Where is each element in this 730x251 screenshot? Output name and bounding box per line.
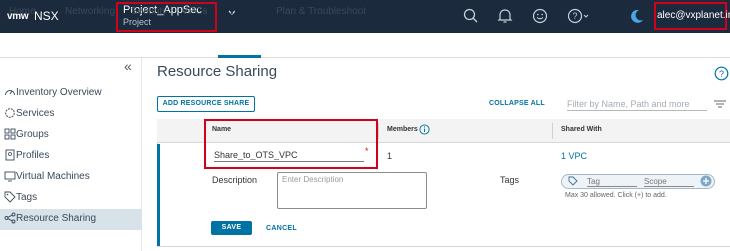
svg-text:?: ? — [719, 69, 724, 79]
vm-icon — [4, 171, 16, 182]
sidebar-item-services[interactable]: Services — [0, 104, 142, 125]
sidebar-item-label: Inventory Overview — [16, 87, 102, 98]
tag-icon — [568, 176, 578, 186]
sidebar-item-tags[interactable]: Tags — [0, 188, 142, 209]
tag-input[interactable] — [587, 176, 637, 187]
bell-icon[interactable] — [496, 7, 514, 25]
required-marker: * — [365, 146, 369, 156]
moon-icon[interactable] — [628, 7, 646, 25]
sidebar-item-inventory-overview[interactable]: Inventory Overview — [0, 83, 142, 104]
collapse-all-link[interactable]: COLLAPSE ALL — [489, 100, 545, 107]
active-tab-indicator — [218, 55, 261, 58]
tag-icon — [4, 191, 16, 203]
sidebar-item-profiles[interactable]: Profiles — [0, 146, 142, 167]
groups-icon — [4, 128, 16, 140]
project-type-label: Project — [123, 17, 152, 27]
tab-home[interactable]: Home — [9, 6, 36, 17]
tab-vpcs[interactable]: VPCs — [182, 6, 208, 17]
profile-icon — [5, 149, 15, 161]
row-edit-indicator — [157, 144, 160, 246]
sidebar-item-groups[interactable]: Groups — [0, 125, 142, 146]
column-header-members[interactable]: Members — [387, 126, 418, 133]
sidebar-item-label: Groups — [16, 129, 49, 140]
filter-input[interactable] — [567, 98, 707, 111]
cancel-button[interactable]: CANCEL — [266, 225, 297, 232]
description-field[interactable] — [277, 172, 427, 209]
tab-networking[interactable]: Networking — [65, 6, 115, 17]
tag-hint: Max 30 allowed. Click (+) to add. — [565, 192, 667, 199]
main-nav — [0, 33, 730, 58]
dashboard-icon — [5, 90, 15, 96]
smiley-icon[interactable] — [531, 7, 549, 25]
help-menu-icon[interactable]: ? — [566, 7, 590, 25]
sidebar-item-label: Virtual Machines — [16, 171, 90, 182]
help-icon[interactable]: ? — [714, 66, 729, 81]
sidebar-item-resource-sharing[interactable]: Resource Sharing — [0, 209, 142, 230]
name-field[interactable] — [214, 148, 364, 162]
column-header-shared-with[interactable]: Shared With — [561, 126, 602, 133]
shared-with-link[interactable]: 1 VPC — [561, 151, 587, 161]
description-label: Description — [212, 175, 258, 185]
scope-input[interactable] — [644, 176, 694, 187]
svg-text:?: ? — [572, 11, 577, 21]
search-icon[interactable] — [462, 7, 480, 25]
filter-icon[interactable] — [713, 97, 727, 111]
tab-plan-troubleshoot[interactable]: Plan & Troubleshoot — [276, 6, 366, 17]
sidebar-item-label: Resource Sharing — [16, 213, 97, 224]
tags-label: Tags — [500, 175, 520, 185]
save-button[interactable]: SAVE — [211, 221, 252, 235]
add-resource-share-button[interactable]: ADD RESOURCE SHARE — [157, 96, 255, 112]
share-icon — [4, 212, 16, 224]
user-name[interactable]: alec@vxplanet.int — [657, 10, 730, 21]
column-separator — [552, 123, 553, 139]
collapse-sidebar-icon[interactable]: « — [124, 58, 132, 74]
app-name: NSX — [34, 9, 59, 23]
sidebar-item-label: Services — [16, 108, 55, 119]
page-title: Resource Sharing — [157, 63, 278, 80]
services-icon — [5, 108, 15, 118]
members-count[interactable]: 1 — [387, 151, 392, 161]
info-icon[interactable] — [419, 124, 430, 135]
tab-security[interactable]: Security — [131, 6, 167, 17]
sidebar-item-label: Profiles — [16, 150, 50, 161]
tab-inventory[interactable]: Inventory — [221, 6, 262, 17]
sidebar-item-virtual-machines[interactable]: Virtual Machines — [0, 167, 142, 188]
column-separator — [378, 123, 379, 139]
add-tag-icon[interactable] — [700, 175, 712, 187]
sidebar-item-label: Tags — [16, 192, 38, 203]
